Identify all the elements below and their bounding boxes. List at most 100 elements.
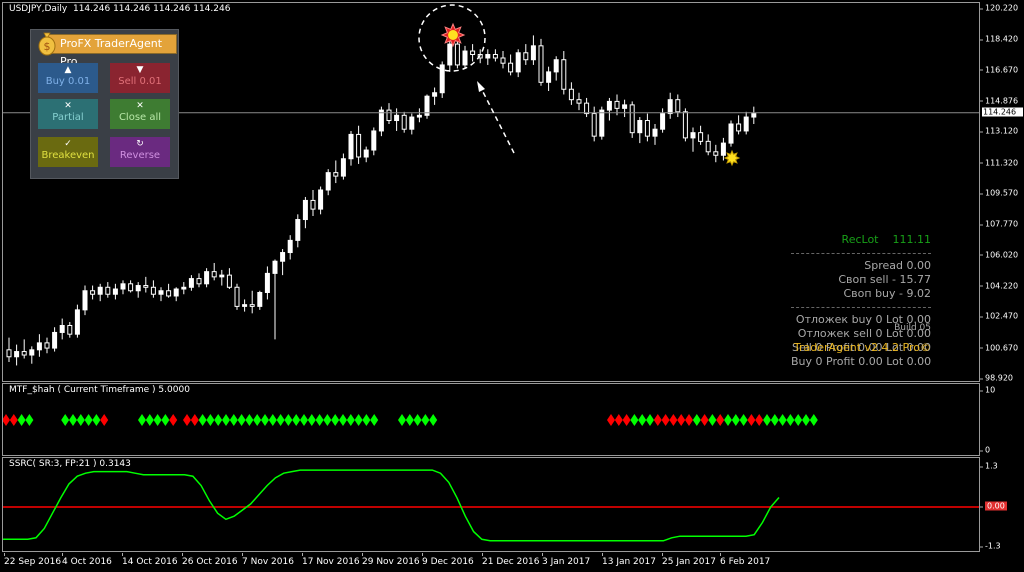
candle-body bbox=[751, 113, 757, 118]
time-axis[interactable]: 22 Sep 2016 4 Oct 2016 14 Oct 2016 26 Oct 2… bbox=[2, 553, 980, 572]
candle-body bbox=[112, 288, 118, 295]
mtf-down-diamond bbox=[183, 414, 191, 426]
candle-body bbox=[401, 114, 407, 130]
time-tick-label: 4 Oct 2016 bbox=[62, 553, 112, 567]
mtf-up-diamond bbox=[292, 414, 301, 426]
current-price-marker: 114.246 bbox=[982, 107, 1023, 117]
mtf-up-diamond bbox=[339, 414, 347, 426]
candle-body bbox=[682, 111, 688, 139]
price-tick-label: 107.770 bbox=[979, 219, 1019, 229]
candle-body bbox=[416, 114, 422, 118]
price-tick-label: 118.420 bbox=[979, 34, 1019, 44]
mtf-up-diamond bbox=[76, 414, 85, 426]
price-tick-label: 113.120 bbox=[979, 126, 1019, 136]
reverse-button[interactable]: ↻ Reverse bbox=[110, 137, 170, 167]
candle-body bbox=[432, 92, 438, 97]
reclot-row: RecLot 111.11 bbox=[841, 233, 931, 246]
mtf-up-diamond bbox=[92, 414, 101, 426]
triangle-down-icon: ▼ bbox=[136, 65, 144, 75]
candle-body bbox=[500, 57, 506, 64]
breakeven-button-label: Breakeven bbox=[41, 150, 95, 161]
spread-row: Spread 0.00 bbox=[864, 259, 931, 272]
ssrc-scale-zero: 0.00 bbox=[980, 501, 1007, 511]
mtf-up-diamond bbox=[206, 414, 215, 426]
candle-body bbox=[295, 219, 301, 241]
mtf-up-diamond bbox=[17, 414, 26, 426]
breakeven-button[interactable]: ✓ Breakeven bbox=[38, 137, 98, 167]
mtf-up-diamond bbox=[630, 414, 639, 426]
candle-body bbox=[173, 288, 179, 297]
mtf-up-diamond bbox=[646, 414, 654, 426]
partial-close-button[interactable]: ✕ Partial bbox=[38, 99, 98, 129]
price-tick-label: 100.670 bbox=[979, 343, 1019, 353]
candle-body bbox=[584, 102, 590, 115]
candle-body bbox=[743, 116, 749, 132]
mtf-up-diamond bbox=[346, 414, 355, 426]
candle-body bbox=[59, 324, 65, 333]
candle-body bbox=[371, 130, 377, 151]
trade-panel-title: $ ProFX TraderAgent Pro bbox=[38, 32, 177, 68]
price-tick-label: 111.320 bbox=[979, 158, 1019, 168]
mtf-up-diamond bbox=[405, 414, 414, 426]
candle-body bbox=[462, 50, 468, 66]
price-tick-label: 102.470 bbox=[979, 311, 1019, 321]
money-bag-icon: $ bbox=[38, 32, 56, 56]
candle-body bbox=[629, 104, 635, 134]
ssrc-indicator-pane[interactable]: SSRC( SR:3, FP:21 ) 0.3143 bbox=[2, 457, 980, 552]
mtf-up-diamond bbox=[331, 414, 340, 426]
mtf-up-diamond bbox=[786, 414, 795, 426]
mtf-up-diamond bbox=[323, 414, 332, 426]
candle-body bbox=[728, 123, 734, 144]
arrow-head-icon bbox=[477, 81, 485, 92]
mtf-up-diamond bbox=[153, 414, 162, 426]
time-tick-label: 26 Oct 2016 bbox=[182, 553, 238, 567]
mtf-scale-bottom: 0 bbox=[979, 445, 991, 455]
mtf-down-diamond bbox=[607, 414, 615, 426]
mtf-up-diamond bbox=[237, 414, 246, 426]
mtf-indicator-pane[interactable]: MTF_$hah ( Current Timeframe ) 5.0000 bbox=[2, 383, 980, 456]
mtf-scale-top: 10 bbox=[979, 385, 996, 395]
candle-body bbox=[553, 59, 559, 73]
close-all-button-label: Close all bbox=[118, 112, 162, 123]
mtf-up-diamond bbox=[276, 414, 285, 426]
buy-button[interactable]: ▲ Buy 0.01 bbox=[38, 63, 98, 93]
mtf-up-diamond bbox=[724, 414, 732, 426]
candle-body bbox=[409, 116, 415, 130]
candle-body bbox=[515, 52, 521, 73]
candle-body bbox=[82, 290, 88, 311]
sell-button[interactable]: ▼ Sell 0.01 bbox=[110, 63, 170, 93]
candle-body bbox=[485, 54, 491, 59]
candle-body bbox=[736, 123, 742, 132]
candle-body bbox=[538, 45, 544, 83]
candle-body bbox=[454, 43, 460, 66]
candle-body bbox=[705, 140, 711, 153]
mtf-up-diamond bbox=[214, 414, 223, 426]
candle-body bbox=[660, 113, 666, 130]
price-chart-pane[interactable]: USDJPY,Daily 114.246 114.246 114.246 114… bbox=[2, 2, 980, 382]
mtf-up-diamond bbox=[315, 414, 324, 426]
candle-body bbox=[226, 274, 232, 288]
checkmark-icon: ✓ bbox=[64, 139, 72, 149]
candle-body bbox=[302, 199, 308, 221]
time-tick-label: 21 Dec 2016 bbox=[482, 553, 540, 567]
candle-body bbox=[74, 309, 80, 335]
mtf-up-diamond bbox=[198, 414, 207, 426]
price-axis[interactable]: 120.220 118.420 116.670 114.876 113.120 111.3… bbox=[979, 2, 1024, 383]
ohlc-readout: 114.246 114.246 114.246 114.246 bbox=[72, 4, 231, 14]
mtf-up-diamond bbox=[802, 414, 810, 426]
mtf-up-diamond bbox=[161, 414, 170, 426]
candle-body bbox=[150, 286, 156, 295]
close-all-button[interactable]: ✕ Close all bbox=[110, 99, 170, 129]
mtf-up-diamond bbox=[778, 414, 787, 426]
candle-body bbox=[219, 274, 225, 278]
refresh-icon: ↻ bbox=[136, 139, 144, 149]
mtf-down-diamond bbox=[716, 414, 725, 426]
candle-body bbox=[242, 304, 248, 307]
mtf-down-diamond bbox=[614, 414, 623, 426]
buy-summary-row: Buy 0 Profit 0.00 Lot 0.00 bbox=[791, 355, 932, 368]
candle-body bbox=[14, 351, 20, 358]
candle-body bbox=[698, 132, 704, 142]
candle-body bbox=[249, 304, 255, 307]
candle-body bbox=[264, 272, 270, 293]
candle-body bbox=[29, 349, 35, 356]
